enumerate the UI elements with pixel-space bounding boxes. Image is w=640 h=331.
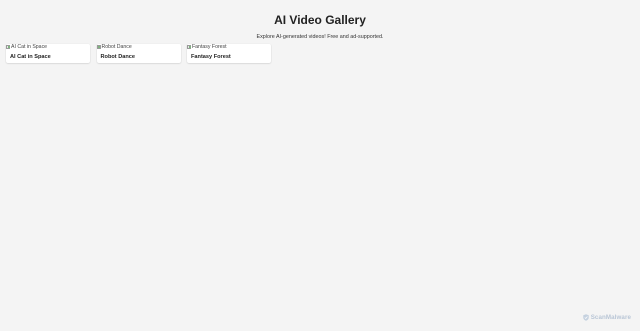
thumbnail-alt-text: AI Cat in Space [11, 44, 48, 50]
watermark-label: ScanMalware [590, 314, 631, 321]
video-card-fantasy-forest[interactable]: Fantasy Forest Fantasy Forest [187, 44, 271, 63]
page-subtitle: Explore AI-generated videos! Free and ad… [256, 34, 384, 40]
video-title: Robot Dance [100, 53, 136, 60]
video-thumbnail[interactable]: Robot Dance [96, 44, 132, 50]
watermark: ScanMalware [583, 314, 631, 321]
broken-image-icon [187, 44, 191, 50]
thumbnail-alt-text: Fantasy Forest [192, 44, 227, 50]
video-thumbnail[interactable]: AI Cat in Space [6, 44, 47, 50]
shield-icon [583, 314, 589, 321]
broken-image-icon [96, 44, 101, 50]
video-title: Fantasy Forest [191, 53, 231, 60]
page-header: AI Video Gallery Explore AI-generated vi… [0, 0, 640, 41]
video-gallery: AI Cat in Space AI Cat in Space Robot Da… [6, 44, 271, 63]
broken-image-icon [6, 44, 10, 50]
video-card-robot-dance[interactable]: Robot Dance Robot Dance [96, 44, 181, 63]
page-title: AI Video Gallery [274, 13, 366, 27]
video-thumbnail[interactable]: Fantasy Forest [187, 44, 227, 50]
thumbnail-alt-text: Robot Dance [101, 44, 132, 50]
video-title: AI Cat in Space [10, 53, 51, 60]
video-card-ai-cat-in-space[interactable]: AI Cat in Space AI Cat in Space [6, 44, 90, 63]
